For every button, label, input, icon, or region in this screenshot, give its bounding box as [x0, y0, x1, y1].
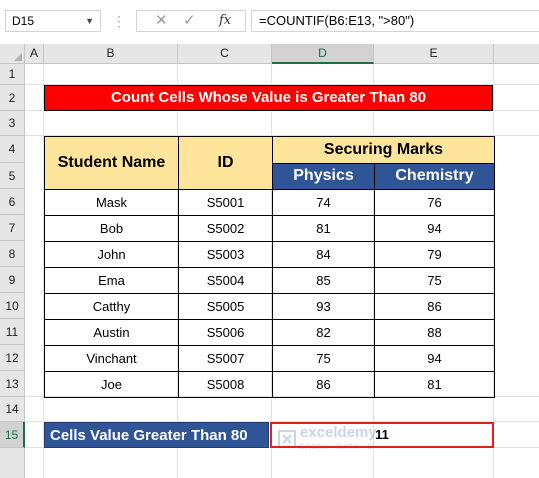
- row-header-10[interactable]: 10: [0, 293, 25, 319]
- cell-student-name[interactable]: John: [44, 241, 179, 268]
- cell-id[interactable]: S5005: [178, 293, 273, 320]
- cell-physics[interactable]: 84: [272, 241, 375, 268]
- header-securing-marks[interactable]: Securing Marks: [272, 136, 495, 164]
- summary-value-cell[interactable]: 11: [270, 422, 494, 448]
- cell-student-name[interactable]: Bob: [44, 215, 179, 242]
- column-header-e[interactable]: E: [374, 44, 494, 64]
- cell-physics[interactable]: 74: [272, 189, 375, 216]
- cell-chemistry[interactable]: 81: [374, 371, 495, 398]
- sheet-title[interactable]: Count Cells Whose Value is Greater Than …: [44, 85, 493, 111]
- row-header-6[interactable]: 6: [0, 189, 25, 215]
- cell-physics[interactable]: 81: [272, 215, 375, 242]
- cell-physics[interactable]: 85: [272, 267, 375, 294]
- row-header-3[interactable]: 3: [0, 111, 25, 136]
- cell-physics[interactable]: 86: [272, 371, 375, 398]
- cell-id[interactable]: S5007: [178, 345, 273, 372]
- table-row: Ema S5004 85 75: [44, 267, 495, 294]
- column-header-d[interactable]: D: [272, 44, 374, 64]
- row-header-1[interactable]: 1: [0, 64, 25, 85]
- cell-chemistry[interactable]: 76: [374, 189, 495, 216]
- summary-label[interactable]: Cells Value Greater Than 80: [44, 422, 269, 448]
- insert-function-icon[interactable]: fx: [219, 11, 231, 31]
- cell-id[interactable]: S5006: [178, 319, 273, 346]
- row-header-11[interactable]: 11: [0, 319, 25, 345]
- cell-id[interactable]: S5003: [178, 241, 273, 268]
- name-box-value: D15: [12, 14, 35, 28]
- column-header-c[interactable]: C: [178, 44, 272, 64]
- cell-physics[interactable]: 93: [272, 293, 375, 320]
- table-row: Mask S5001 74 76: [44, 189, 495, 216]
- cell-chemistry[interactable]: 75: [374, 267, 495, 294]
- name-box[interactable]: D15 ▼: [5, 10, 101, 32]
- table-row: Joe S5008 86 81: [44, 371, 495, 398]
- formula-bar: D15 ▼ ⋮ ✕ ✓ fx =COUNTIF(B6:E13, ">80"): [0, 0, 539, 44]
- cell-student-name[interactable]: Joe: [44, 371, 179, 398]
- row-header-5[interactable]: 5: [0, 163, 25, 189]
- cell-id[interactable]: S5008: [178, 371, 273, 398]
- formula-input[interactable]: =COUNTIF(B6:E13, ">80"): [251, 10, 539, 32]
- column-header-blank: [494, 44, 539, 64]
- table-row: John S5003 84 79: [44, 241, 495, 268]
- table-row: Bob S5002 81 94: [44, 215, 495, 242]
- cell-student-name[interactable]: Ema: [44, 267, 179, 294]
- cell-chemistry[interactable]: 88: [374, 319, 495, 346]
- row-header-14[interactable]: 14: [0, 397, 25, 422]
- row-header-2[interactable]: 2: [0, 85, 25, 111]
- column-header-a[interactable]: A: [25, 44, 44, 64]
- header-student-name[interactable]: Student Name: [44, 136, 179, 190]
- table-row: Catthy S5005 93 86: [44, 293, 495, 320]
- cell-chemistry[interactable]: 94: [374, 215, 495, 242]
- select-all-button[interactable]: [0, 44, 25, 64]
- cell-chemistry[interactable]: 79: [374, 241, 495, 268]
- cell-student-name[interactable]: Austin: [44, 319, 179, 346]
- row-header-12[interactable]: 12: [0, 345, 25, 371]
- marks-table: Student Name ID Securing Marks Physics C…: [44, 136, 495, 398]
- row-header-4[interactable]: 4: [0, 136, 25, 163]
- row-header-7[interactable]: 7: [0, 215, 25, 241]
- row-header-15[interactable]: 15: [0, 422, 25, 448]
- row-header-blank: [0, 448, 25, 478]
- column-header-b[interactable]: B: [44, 44, 178, 64]
- confirm-icon[interactable]: ✓: [183, 11, 196, 31]
- chevron-down-icon[interactable]: ▼: [85, 11, 94, 31]
- header-id[interactable]: ID: [178, 136, 273, 190]
- cell-physics[interactable]: 82: [272, 319, 375, 346]
- formula-buttons: ✕ ✓ fx: [136, 10, 246, 32]
- select-all-icon: [14, 53, 22, 61]
- worksheet-grid[interactable]: A B C D E 1 2 3 4 5 6 7 8 9 10 11 12 13 …: [0, 44, 539, 478]
- cancel-icon[interactable]: ✕: [155, 11, 168, 31]
- row-header-13[interactable]: 13: [0, 371, 25, 397]
- cell-chemistry[interactable]: 94: [374, 345, 495, 372]
- cell-student-name[interactable]: Catthy: [44, 293, 179, 320]
- header-physics[interactable]: Physics: [272, 162, 375, 190]
- cell-physics[interactable]: 75: [272, 345, 375, 372]
- cell-student-name[interactable]: Vinchant: [44, 345, 179, 372]
- cell-id[interactable]: S5004: [178, 267, 273, 294]
- row-header-9[interactable]: 9: [0, 267, 25, 293]
- cell-chemistry[interactable]: 86: [374, 293, 495, 320]
- drag-handle-icon[interactable]: ⋮: [112, 13, 126, 30]
- header-chemistry[interactable]: Chemistry: [374, 162, 495, 190]
- table-row: Vinchant S5007 75 94: [44, 345, 495, 372]
- cell-student-name[interactable]: Mask: [44, 189, 179, 216]
- table-row: Austin S5006 82 88: [44, 319, 495, 346]
- cell-id[interactable]: S5002: [178, 215, 273, 242]
- row-header-8[interactable]: 8: [0, 241, 25, 267]
- cell-id[interactable]: S5001: [178, 189, 273, 216]
